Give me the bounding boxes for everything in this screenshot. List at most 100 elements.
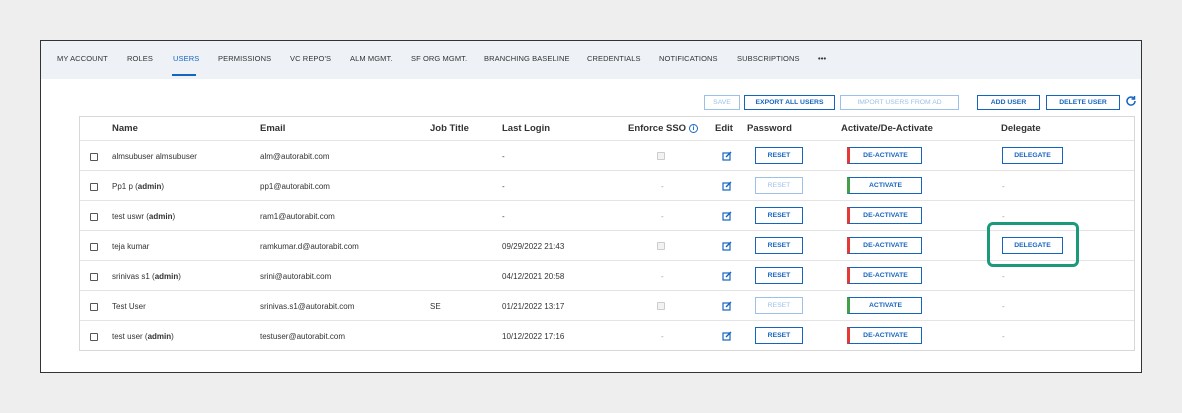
row-select-checkbox[interactable] — [90, 183, 98, 191]
tab-notifications[interactable]: NOTIFICATIONS — [659, 54, 718, 63]
refresh-icon[interactable] — [1125, 95, 1137, 107]
edit-icon[interactable] — [722, 271, 732, 281]
edit-icon[interactable] — [722, 301, 732, 311]
reset-password-button[interactable]: RESET — [755, 297, 803, 314]
enforce-sso-checkbox[interactable] — [657, 152, 665, 160]
user-name: Test User — [112, 302, 146, 311]
row-select-checkbox[interactable] — [90, 243, 98, 251]
edit-icon[interactable] — [722, 331, 732, 341]
delegate-highlight — [987, 222, 1079, 267]
app-frame: MY ACCOUNT ROLES USERS PERMISSIONS VC RE… — [40, 40, 1142, 373]
user-name-cell: test uswr (admin) — [112, 212, 176, 221]
activate-button[interactable]: ACTIVATE — [847, 177, 922, 194]
reset-password-button[interactable]: RESET — [755, 177, 803, 194]
header-delegate: Delegate — [1001, 123, 1041, 134]
edit-icon[interactable] — [722, 151, 732, 161]
row-select-checkbox[interactable] — [90, 153, 98, 161]
delegate-button[interactable]: DELEGATE — [1002, 147, 1063, 164]
user-name: almsubuser almsubuser — [112, 152, 197, 161]
header-activate: Activate/De-Activate — [841, 123, 933, 134]
reset-password-button[interactable]: RESET — [755, 327, 803, 344]
users-table: Name Email Job Title Last Login Enforce … — [79, 116, 1135, 351]
deactivate-button[interactable]: DE-ACTIVATE — [847, 267, 922, 284]
row-select-checkbox[interactable] — [90, 213, 98, 221]
row-select-checkbox[interactable] — [90, 273, 98, 281]
active-tab-indicator — [172, 74, 196, 76]
user-name: teja kumar — [112, 242, 150, 251]
delegate-value: - — [1002, 272, 1005, 281]
deactivate-button[interactable]: DE-ACTIVATE — [847, 237, 922, 254]
user-email: ram1@autorabit.com — [260, 212, 335, 221]
tab-credentials[interactable]: CREDENTIALS — [587, 54, 641, 63]
info-icon[interactable]: i — [689, 124, 699, 133]
delete-user-button[interactable]: DELETE USER — [1046, 95, 1120, 110]
user-name-cell: Test User — [112, 302, 146, 311]
reset-password-button[interactable]: RESET — [755, 147, 803, 164]
table-row: almsubuser almsubuser alm@autorabit.com - R… — [80, 140, 1134, 170]
user-last-login: 01/21/2022 13:17 — [502, 302, 565, 311]
row-select-checkbox[interactable] — [90, 333, 98, 341]
delegate-value: - — [1002, 212, 1005, 221]
table-header: Name Email Job Title Last Login Enforce … — [80, 117, 1134, 139]
tab-bar: MY ACCOUNT ROLES USERS PERMISSIONS VC RE… — [41, 41, 1141, 77]
user-last-login: - — [502, 212, 505, 221]
delegate-value: - — [1002, 302, 1005, 311]
header-job-title[interactable]: Job Title — [430, 123, 469, 134]
edit-icon[interactable] — [722, 181, 732, 191]
user-name-cell: Pp1 p (admin) — [112, 182, 165, 191]
header-name[interactable]: Name — [112, 123, 138, 134]
enforce-sso-value: - — [661, 212, 664, 221]
user-last-login: 10/12/2022 17:16 — [502, 332, 565, 341]
header-last-login[interactable]: Last Login — [502, 123, 550, 134]
header-email[interactable]: Email — [260, 123, 285, 134]
tab-my-account[interactable]: MY ACCOUNT — [57, 54, 108, 63]
user-last-login: - — [502, 182, 505, 191]
user-email: srini@autorabit.com — [260, 272, 332, 281]
reset-password-button[interactable]: RESET — [755, 207, 803, 224]
tab-branching-baseline[interactable]: BRANCHING BASELINE — [484, 54, 570, 63]
enforce-sso-value: - — [661, 332, 664, 341]
user-name: srinivas s1 — [112, 272, 150, 281]
edit-icon[interactable] — [722, 241, 732, 251]
add-user-button[interactable]: ADD USER — [977, 95, 1040, 110]
deactivate-button[interactable]: DE-ACTIVATE — [847, 147, 922, 164]
user-name: test uswr — [112, 212, 145, 221]
save-button[interactable]: SAVE — [704, 95, 740, 110]
activate-button[interactable]: ACTIVATE — [847, 297, 922, 314]
reset-password-button[interactable]: RESET — [755, 267, 803, 284]
header-enforce-sso-label: Enforce SSO — [628, 123, 687, 134]
deactivate-button[interactable]: DE-ACTIVATE — [847, 207, 922, 224]
export-all-users-button[interactable]: EXPORT ALL USERS — [744, 95, 835, 110]
deactivate-button[interactable]: DE-ACTIVATE — [847, 327, 922, 344]
tab-users[interactable]: USERS — [173, 54, 199, 63]
tab-alm-mgmt[interactable]: ALM MGMT. — [350, 54, 393, 63]
import-users-from-ad-button[interactable]: IMPORT USERS FROM AD — [840, 95, 959, 110]
row-select-checkbox[interactable] — [90, 303, 98, 311]
tab-roles[interactable]: ROLES — [127, 54, 153, 63]
enforce-sso-checkbox[interactable] — [657, 302, 665, 310]
tab-permissions[interactable]: PERMISSIONS — [218, 54, 271, 63]
delegate-value: - — [1002, 182, 1005, 191]
edit-icon[interactable] — [722, 211, 732, 221]
enforce-sso-checkbox[interactable] — [657, 242, 665, 250]
delegate-value: - — [1002, 332, 1005, 341]
user-email: pp1@autorabit.com — [260, 182, 330, 191]
admin-badge: admin — [148, 212, 173, 221]
admin-badge: admin — [137, 182, 162, 191]
more-tabs-icon[interactable]: ••• — [818, 54, 826, 63]
user-job-title: SE — [430, 302, 441, 311]
table-row: teja kumar ramkumar.d@autorabit.com 09/29/… — [80, 230, 1134, 260]
user-name-cell: almsubuser almsubuser — [112, 152, 197, 161]
reset-password-button[interactable]: RESET — [755, 237, 803, 254]
user-name: test user — [112, 332, 143, 341]
header-enforce-sso: Enforce SSO i — [628, 123, 699, 134]
user-email: srinivas.s1@autorabit.com — [260, 302, 355, 311]
user-email: ramkumar.d@autorabit.com — [260, 242, 359, 251]
admin-badge: admin — [154, 272, 179, 281]
tab-sf-org-mgmt[interactable]: SF ORG MGMT. — [411, 54, 467, 63]
header-edit: Edit — [715, 123, 733, 134]
table-row: test user (admin) testuser@autorabit.com 1… — [80, 320, 1134, 350]
tab-vc-repos[interactable]: VC REPO'S — [290, 54, 331, 63]
table-row: srinivas s1 (admin) srini@autorabit.com 04… — [80, 260, 1134, 290]
tab-subscriptions[interactable]: SUBSCRIPTIONS — [737, 54, 800, 63]
